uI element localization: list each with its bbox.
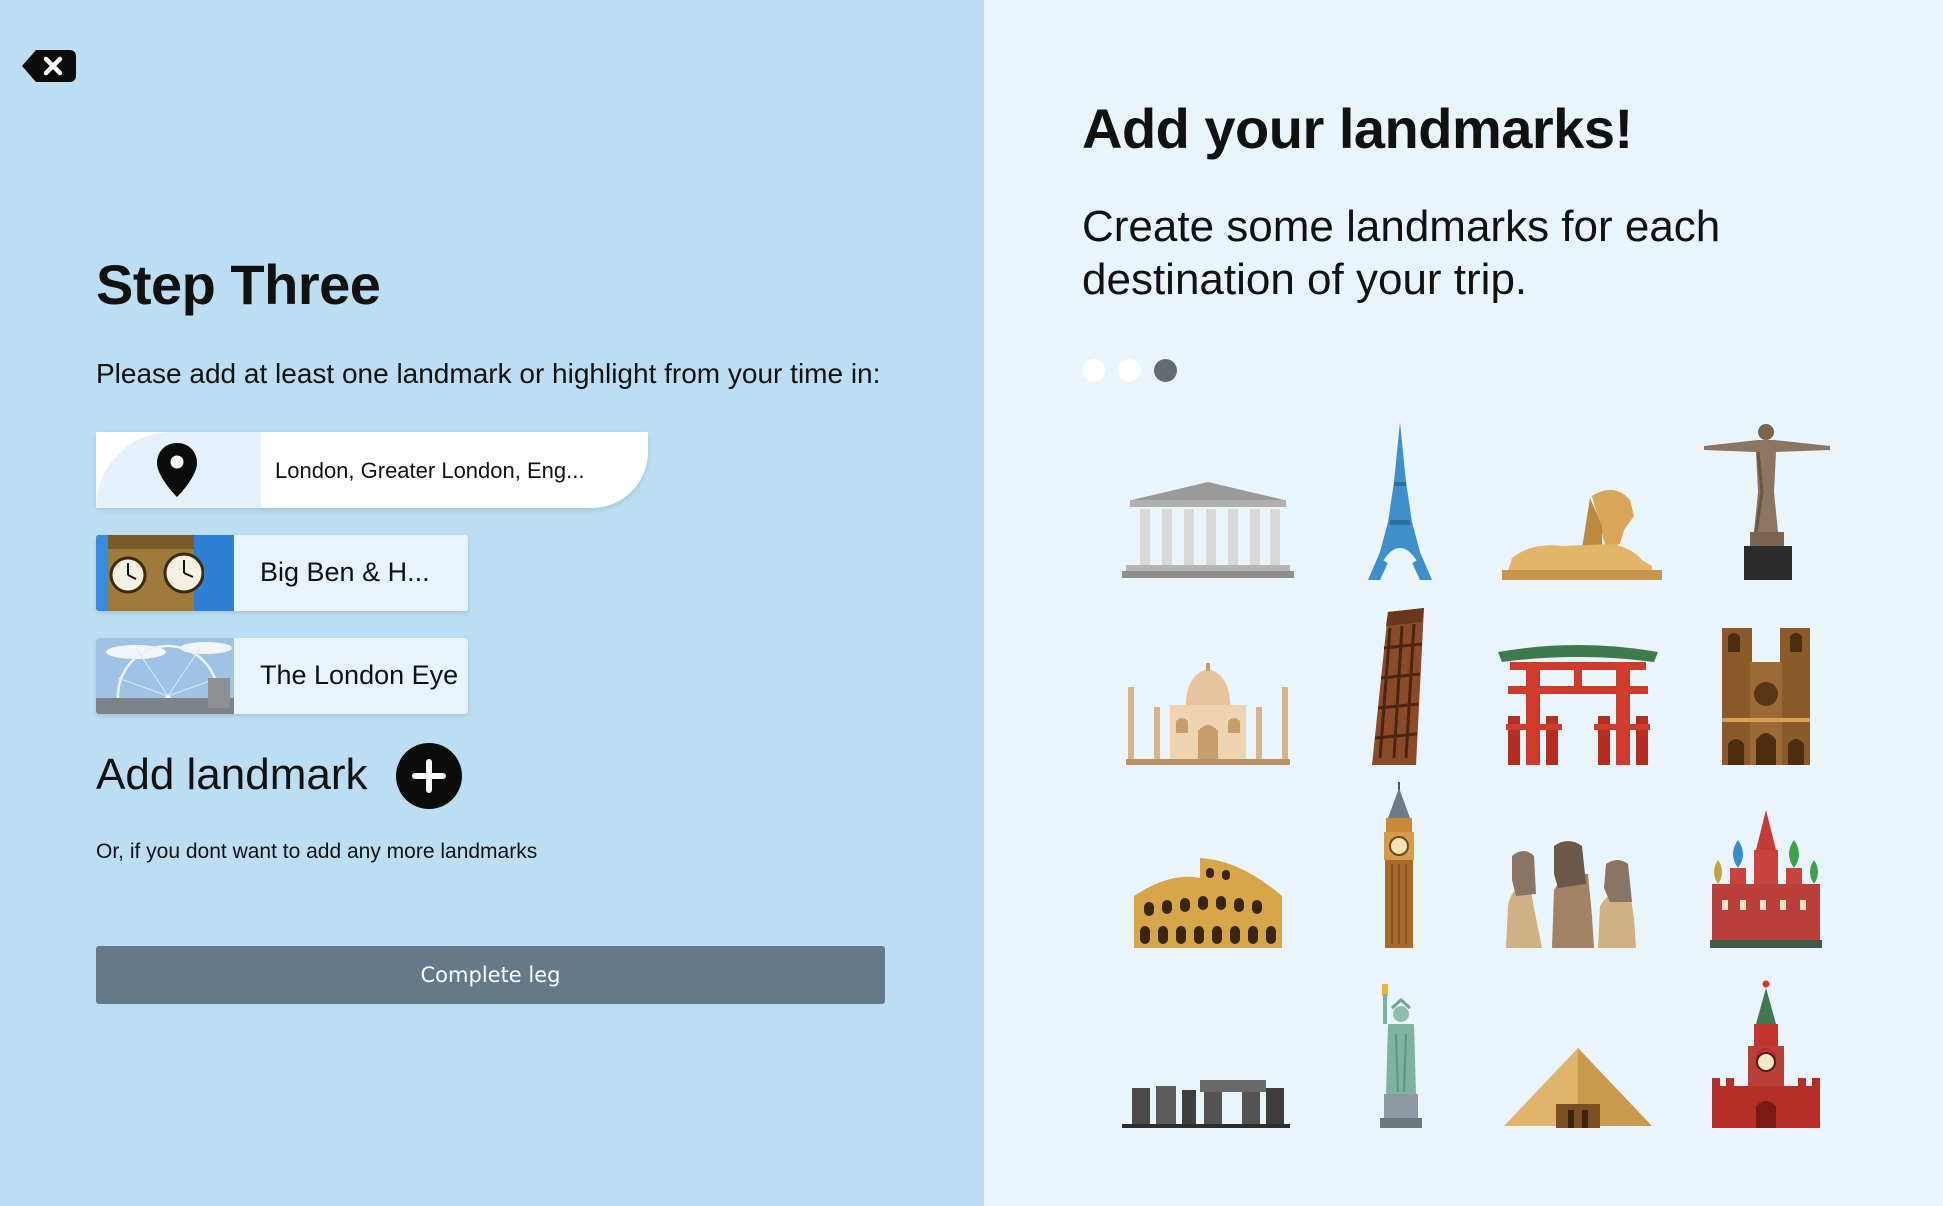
map-pin-icon (157, 443, 197, 497)
stonehenge-icon (1122, 1080, 1290, 1128)
big-ben-thumbnail (96, 535, 234, 611)
carousel-dot-1[interactable] (1082, 359, 1105, 382)
landmark-name: Big Ben & H... (260, 557, 430, 587)
close-button[interactable] (20, 48, 76, 84)
location-pin-cell (96, 432, 261, 508)
step-instruction: Please add at least one landmark or high… (96, 358, 881, 389)
plus-circle-icon (412, 759, 446, 793)
kremlin-tower-icon (1712, 980, 1820, 1128)
parthenon-icon (1122, 482, 1294, 578)
sphinx-icon (1502, 489, 1662, 580)
leaning-tower-of-pisa-icon (1372, 608, 1424, 765)
notre-dame-icon (1722, 628, 1810, 765)
add-landmark-button[interactable] (396, 743, 462, 809)
pyramid-icon (1504, 1048, 1652, 1128)
info-subtitle: Create some landmarks for each destinati… (1082, 202, 1721, 304)
landmark-name: The London Eye (260, 660, 459, 690)
taj-mahal-icon (1126, 663, 1290, 765)
landmark-card-london-eye[interactable]: The London Eye (96, 638, 468, 714)
statue-of-liberty-icon (1380, 984, 1422, 1128)
torii-gate-icon (1498, 645, 1658, 765)
moai-icon (1506, 841, 1636, 948)
info-panel: Add your landmarks! Create some landmark… (984, 0, 1943, 1206)
landmark-card-big-ben[interactable]: Big Ben & H... (96, 535, 468, 611)
info-title: Add your landmarks! (1082, 97, 1633, 160)
step-title: Step Three (96, 253, 381, 316)
colosseum-icon (1134, 858, 1282, 948)
skip-hint-text: Or, if you dont want to add any more lan… (96, 840, 538, 863)
form-panel: Step Three Please add at least one landm… (0, 0, 984, 1206)
carousel-dot-3[interactable] (1154, 359, 1177, 382)
carousel-dot-2[interactable] (1118, 359, 1141, 382)
backspace-x-icon (22, 50, 76, 82)
complete-leg-button[interactable]: Complete leg (96, 946, 885, 1004)
location-chip: London, Greater London, Eng... (96, 432, 648, 508)
eiffel-tower-icon (1368, 422, 1432, 580)
add-landmark-label: Add landmark (96, 750, 368, 799)
london-eye-thumbnail (96, 638, 234, 714)
big-ben-icon (1384, 782, 1414, 948)
st-basils-cathedral-icon (1710, 810, 1822, 948)
location-text: London, Greater London, Eng... (275, 458, 585, 483)
christ-the-redeemer-icon (1704, 424, 1830, 580)
